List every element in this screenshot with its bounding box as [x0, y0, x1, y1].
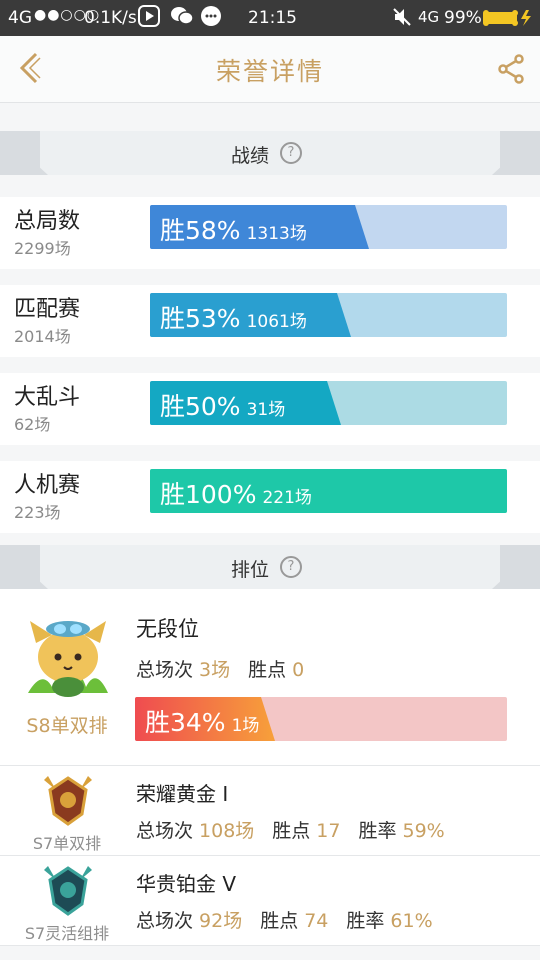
record-row[interactable]: 大乱斗 62场 胜50% 31场	[0, 373, 540, 445]
net-speed: 0.1K/s	[84, 8, 137, 28]
network-type: 4G	[418, 8, 440, 26]
current-winrate-text: 胜34% 1场	[145, 703, 259, 739]
current-winrate-bar: 胜34% 1场	[135, 697, 507, 741]
points-label: 胜点	[248, 659, 287, 681]
games-label: 总场次	[136, 659, 194, 681]
record-row[interactable]: 匹配赛 2014场 胜53% 1061场	[0, 285, 540, 357]
rank-help-icon[interactable]: ?	[280, 556, 302, 578]
record-row[interactable]: 人机赛 223场 胜100% 221场	[0, 461, 540, 533]
current-wins: 1场	[231, 716, 260, 736]
points-label: 胜点	[272, 820, 311, 842]
wins-value: 1061场	[246, 312, 307, 332]
current-tier: 无段位	[136, 617, 199, 641]
games-label: 总场次	[136, 820, 194, 842]
winrate-bar: 胜100% 221场	[150, 469, 507, 513]
wechat-icon	[170, 5, 194, 32]
share-button[interactable]	[498, 54, 524, 84]
battery-icon	[482, 9, 534, 32]
signal-label: 4G	[8, 8, 32, 28]
wins-value: 31场	[246, 400, 286, 420]
season-label: S7灵活组排	[24, 924, 110, 943]
tier-name: 华贵铂金 V	[136, 872, 237, 896]
mode-total: 62场	[14, 415, 51, 434]
record-section-title: 战绩	[230, 145, 269, 167]
video-app-icon	[138, 5, 160, 32]
points-value: 74	[304, 910, 329, 932]
winrate-value: 胜50%	[160, 392, 241, 421]
mode-name: 总局数	[14, 209, 81, 234]
history-stats: 总场次 108场 胜点 17 胜率 59%	[136, 816, 463, 843]
rank-section-title: 排位	[230, 559, 269, 581]
rate-label: 胜率	[358, 820, 397, 842]
rate-value: 61%	[390, 910, 433, 932]
status-bar: 4G ●●○○○ 0.1K/s 21:15 4G 99%	[0, 0, 540, 36]
current-rank-card[interactable]: S8单双排 无段位 总场次 3场 胜点 0 胜34% 1场	[0, 589, 540, 766]
history-stats: 总场次 92场 胜点 74 胜率 61%	[136, 906, 451, 933]
current-rate: 胜34%	[145, 708, 226, 737]
winrate-text: 胜53% 1061场	[160, 299, 307, 335]
current-stats: 总场次 3场 胜点 0	[136, 655, 322, 682]
mute-icon	[392, 6, 412, 33]
mode-total: 223场	[14, 503, 61, 522]
tier-name: 荣耀黄金 I	[136, 782, 229, 806]
record-section-header: 战绩 ?	[0, 131, 540, 175]
mode-name: 匹配赛	[14, 297, 81, 322]
winrate-text: 胜50% 31场	[160, 387, 285, 423]
points-value: 0	[292, 659, 305, 681]
winrate-value: 胜53%	[160, 304, 241, 333]
games-value: 92场	[199, 910, 243, 932]
points-label: 胜点	[260, 910, 299, 932]
share-icon	[498, 54, 524, 84]
record-row[interactable]: 总局数 2299场 胜58% 1313场	[0, 197, 540, 269]
games-label: 总场次	[136, 910, 194, 932]
rank-history-item[interactable]: S7灵活组排 华贵铂金 V 总场次 92场 胜点 74 胜率 61%	[0, 856, 540, 946]
winrate-bar: 胜58% 1313场	[150, 205, 507, 249]
winrate-bar: 胜53% 1061场	[150, 293, 507, 337]
winrate-value: 胜58%	[160, 216, 241, 245]
app-header: 荣誉详情	[0, 36, 540, 103]
clock: 21:15	[248, 8, 297, 28]
rank-history-item[interactable]: S7单双排 荣耀黄金 I 总场次 108场 胜点 17 胜率 59%	[0, 766, 540, 856]
games-value: 3场	[199, 659, 231, 681]
page-title: 荣誉详情	[215, 57, 324, 86]
teemo-avatar-icon	[22, 613, 114, 703]
current-season-label: S8单双排	[26, 715, 108, 737]
winrate-bar: 胜50% 31场	[150, 381, 507, 425]
season-label: S7单双排	[32, 834, 102, 853]
mode-total: 2014场	[14, 327, 71, 346]
battery-percent: 99%	[444, 8, 482, 28]
mode-total: 2299场	[14, 239, 71, 258]
mode-name: 人机赛	[14, 473, 81, 498]
points-value: 17	[316, 820, 341, 842]
rank-badge-icon	[40, 864, 96, 916]
mode-name: 大乱斗	[14, 385, 81, 410]
wins-value: 1313场	[246, 224, 307, 244]
rate-value: 59%	[402, 820, 445, 842]
winrate-text: 胜100% 221场	[160, 475, 312, 511]
rank-section-header: 排位 ?	[0, 545, 540, 589]
games-value: 108场	[199, 820, 255, 842]
message-icon	[200, 5, 222, 32]
wins-value: 221场	[262, 488, 312, 508]
rate-label: 胜率	[346, 910, 385, 932]
winrate-value: 胜100%	[160, 480, 257, 509]
rank-badge-icon	[40, 774, 96, 826]
winrate-text: 胜58% 1313场	[160, 211, 307, 247]
record-help-icon[interactable]: ?	[280, 142, 302, 164]
